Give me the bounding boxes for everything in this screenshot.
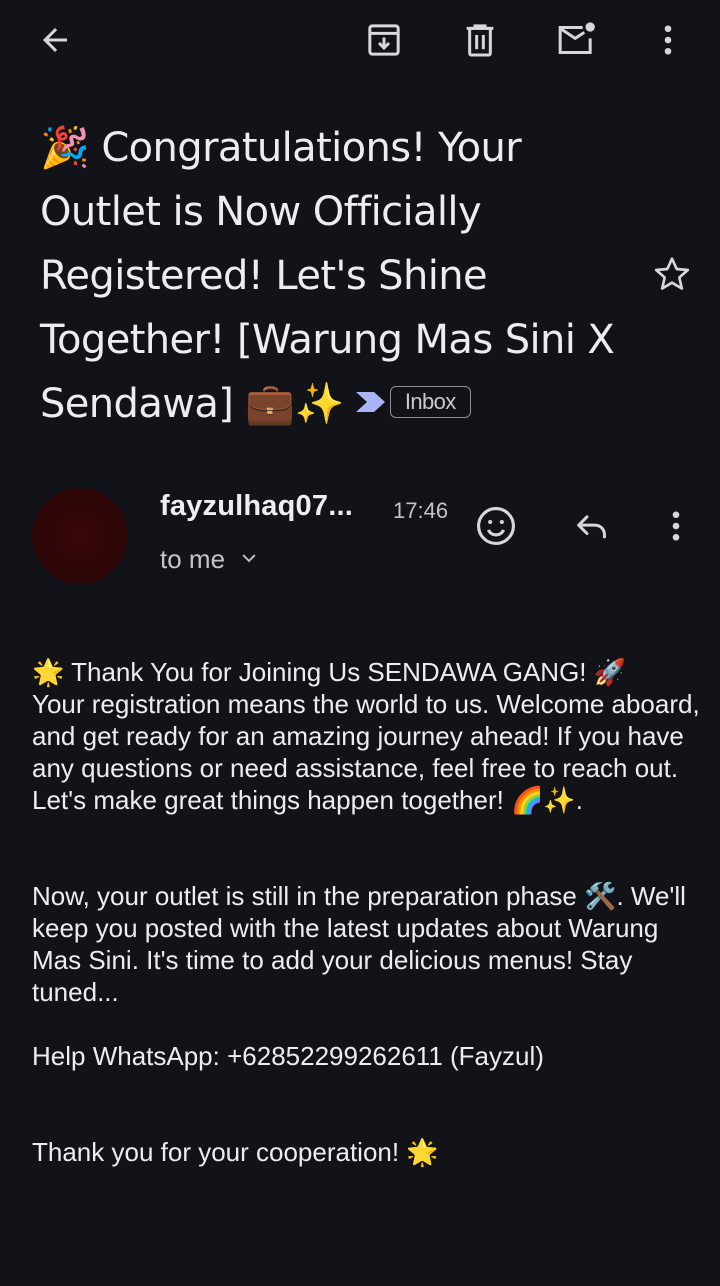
body-paragraph-status: Now, your outlet is still in the prepara… <box>32 881 694 1007</box>
email-body: 🌟 Thank You for Joining Us SENDAWA GANG!… <box>32 656 702 1168</box>
body-paragraph-welcome: 🌟 Thank You for Joining Us SENDAWA GANG!… <box>32 657 700 815</box>
subject-text: 🎉 Congratulations! Your Outlet is Now Of… <box>40 125 615 427</box>
more-vertical-icon <box>650 22 686 58</box>
back-button[interactable] <box>27 12 83 68</box>
archive-icon <box>364 20 404 60</box>
add-reaction-button[interactable] <box>468 500 524 556</box>
importance-marker-icon <box>354 370 388 434</box>
message-more-button[interactable] <box>648 500 704 556</box>
email-subject: 🎉 Congratulations! Your Outlet is Now Of… <box>40 116 640 438</box>
emoji-smile-icon <box>474 504 518 553</box>
body-paragraph-help: Help WhatsApp: +62852299262611 (Fayzul) <box>32 1041 544 1071</box>
sender-name[interactable]: fayzulhaq07... <box>160 490 353 523</box>
star-button[interactable] <box>644 248 700 304</box>
subject-section: 🎉 Congratulations! Your Outlet is Now Of… <box>40 116 640 438</box>
star-outline-icon <box>652 254 692 299</box>
mark-unread-button[interactable] <box>548 12 604 68</box>
reply-icon <box>572 506 612 551</box>
recipient-details-toggle[interactable]: to me <box>160 544 259 575</box>
more-options-button[interactable] <box>640 12 696 68</box>
reply-button[interactable] <box>564 500 620 556</box>
message-time: 17:46 <box>393 498 449 523</box>
delete-button[interactable] <box>452 12 508 68</box>
inbox-label-chip[interactable]: Inbox <box>389 386 471 418</box>
archive-button[interactable] <box>356 12 412 68</box>
recipient-label: to me <box>160 544 226 574</box>
sender-avatar[interactable] <box>32 488 128 584</box>
chevron-down-icon <box>239 544 259 575</box>
arrow-left-icon <box>37 22 73 58</box>
trash-icon <box>460 20 500 60</box>
more-vertical-icon <box>658 508 694 549</box>
top-app-bar <box>0 0 720 80</box>
mail-unread-icon <box>554 20 598 60</box>
body-paragraph-thanks: Thank you for your cooperation! 🌟 <box>32 1137 439 1167</box>
